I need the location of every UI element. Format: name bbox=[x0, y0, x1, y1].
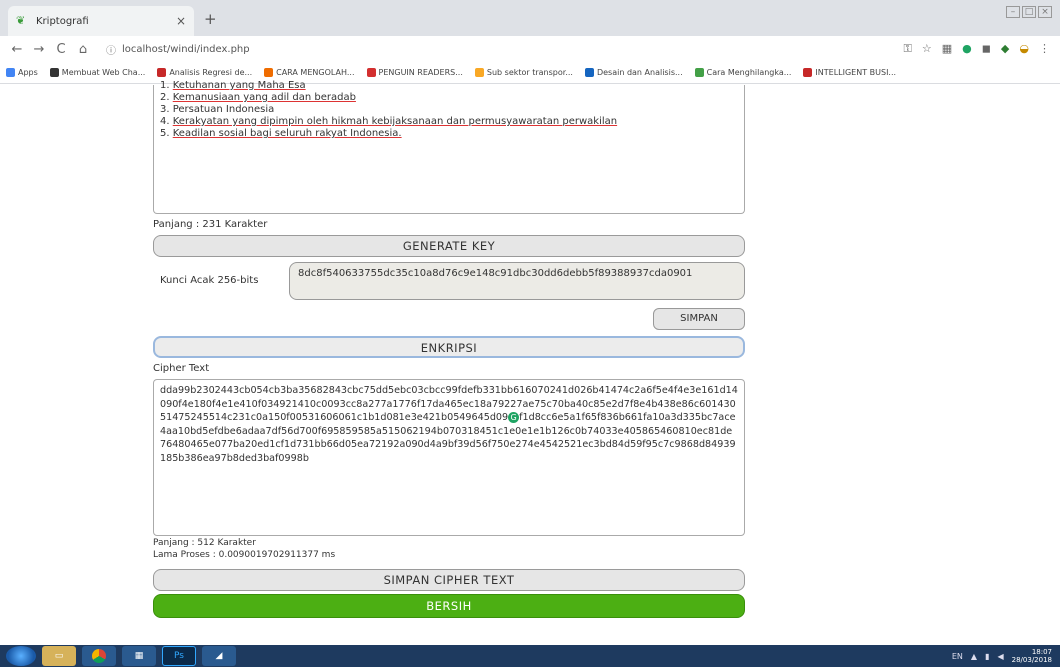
bookmark-item[interactable]: INTELLIGENT BUSI... bbox=[803, 68, 896, 77]
browser-tab-strip: ❦ Kriptografi × + – □ × bbox=[0, 0, 1060, 36]
clock-time: 18:07 bbox=[1031, 648, 1052, 656]
encrypt-button[interactable]: ENKRIPSI bbox=[153, 336, 745, 358]
new-tab-button[interactable]: + bbox=[204, 10, 217, 28]
menu-icon[interactable]: ⋮ bbox=[1039, 42, 1050, 56]
plaintext-length: Panjang : 231 Karakter bbox=[153, 219, 268, 230]
paint-icon[interactable]: ◢ bbox=[202, 646, 236, 666]
bookmark-item[interactable]: Analisis Regresi de... bbox=[157, 68, 252, 77]
plaintext-line-5: Keadilan sosial bagi seluruh rakyat Indo… bbox=[172, 128, 402, 139]
profile-icon[interactable]: ◒ bbox=[1019, 42, 1029, 56]
browser-tab[interactable]: ❦ Kriptografi × bbox=[8, 6, 194, 36]
plaintext-line-1: Ketuhanan yang Maha Esa bbox=[172, 80, 306, 91]
plaintext-textarea[interactable]: 1. Ketuhanan yang Maha Esa 2. Kemanusiaa… bbox=[153, 80, 745, 214]
cipher-textarea[interactable]: dda99b2302443cb054cb3ba35682843cbc75dd5e… bbox=[153, 379, 745, 536]
reload-icon[interactable]: C bbox=[52, 42, 70, 57]
calculator-icon[interactable]: ▦ bbox=[122, 646, 156, 666]
extension-icons: ⚿ ☆ ▦ ● ◼ ◆ ◒ ⋮ bbox=[904, 42, 1050, 56]
bookmark-label: Cara Menghilangka... bbox=[706, 68, 792, 77]
minimize-icon[interactable]: – bbox=[1006, 6, 1020, 18]
grammarly-icon[interactable]: ● bbox=[962, 42, 972, 56]
bookmark-item[interactable]: Sub sektor transpor... bbox=[474, 68, 573, 77]
bookmark-item[interactable]: Apps bbox=[6, 68, 38, 77]
key-field[interactable]: 8dc8f540633755dc35c10a8d76c9e148c91dbc30… bbox=[289, 262, 745, 300]
bookmark-item[interactable]: CARA MENGOLAH... bbox=[264, 68, 355, 77]
plaintext-line-3: Persatuan Indonesia bbox=[172, 104, 275, 115]
bookmark-favicon-icon bbox=[157, 68, 167, 77]
bookmark-label: PENGUIN READERS... bbox=[378, 68, 463, 77]
process-time: Lama Proses : 0.0090019702911377 ms bbox=[153, 550, 336, 560]
key-icon[interactable]: ⚿ bbox=[904, 42, 912, 56]
volume-icon[interactable]: ◀ bbox=[997, 652, 1003, 661]
url-field[interactable]: ⓘ localhost/windi/index.php bbox=[106, 42, 250, 57]
tray-arrow-icon[interactable]: ▲ bbox=[971, 652, 977, 661]
window-controls: – □ × bbox=[1006, 6, 1052, 18]
bookmark-label: Desain dan Analisis... bbox=[596, 68, 683, 77]
language-indicator[interactable]: EN bbox=[952, 652, 963, 661]
bookmark-label: CARA MENGOLAH... bbox=[276, 68, 355, 77]
info-icon: ⓘ bbox=[106, 45, 116, 57]
plaintext-line-2: Kemanusiaan yang adil dan beradab bbox=[172, 92, 356, 103]
leaf-icon: ❦ bbox=[16, 14, 26, 27]
bookmark-item[interactable]: Cara Menghilangka... bbox=[694, 68, 792, 77]
bookmark-item[interactable]: Membuat Web Cha... bbox=[49, 68, 146, 77]
bookmark-favicon-icon bbox=[49, 68, 59, 77]
clear-button[interactable]: BERSIH bbox=[153, 594, 745, 618]
close-window-icon[interactable]: × bbox=[1038, 6, 1052, 18]
grammarly-badge-icon[interactable]: G bbox=[508, 411, 520, 423]
maximize-icon[interactable]: □ bbox=[1022, 6, 1036, 18]
bookmark-favicon-icon bbox=[694, 68, 704, 77]
bookmark-favicon-icon bbox=[803, 68, 813, 77]
system-tray: EN ▲ ▮ ◀ 18:07 28/03/2018 bbox=[952, 648, 1052, 664]
bookmark-label: Membuat Web Cha... bbox=[61, 68, 146, 77]
folder-icon[interactable]: ▭ bbox=[42, 646, 76, 666]
bookmark-favicon-icon bbox=[366, 68, 376, 77]
back-icon[interactable]: ← bbox=[8, 42, 26, 57]
network-icon[interactable]: ▮ bbox=[985, 652, 989, 661]
globe-icon[interactable]: ◆ bbox=[1001, 42, 1009, 56]
address-bar: ← → C ⌂ ⓘ localhost/windi/index.php ⚿ ☆ … bbox=[0, 36, 1060, 62]
cipher-text-label: Cipher Text bbox=[153, 363, 210, 374]
clock[interactable]: 18:07 28/03/2018 bbox=[1012, 648, 1052, 664]
bookmark-label: Apps bbox=[18, 68, 38, 77]
bookmark-label: INTELLIGENT BUSI... bbox=[815, 68, 897, 77]
taskbar: ▭ ▦ Ps ◢ EN ▲ ▮ ◀ 18:07 28/03/2018 bbox=[0, 645, 1060, 667]
tab-title: Kriptografi bbox=[36, 15, 89, 27]
bookmark-item[interactable]: Desain dan Analisis... bbox=[584, 68, 683, 77]
extension-icon[interactable]: ▦ bbox=[942, 42, 952, 56]
bookmark-favicon-icon bbox=[474, 68, 484, 77]
page-content: 1. Ketuhanan yang Maha Esa 2. Kemanusiaa… bbox=[0, 80, 1060, 645]
url-text: localhost/windi/index.php bbox=[122, 43, 250, 55]
save-key-button[interactable]: SIMPAN bbox=[653, 308, 745, 330]
save-cipher-button[interactable]: SIMPAN CIPHER TEXT bbox=[153, 569, 745, 591]
cipher-length: Panjang : 512 Karakter bbox=[153, 538, 256, 548]
forward-icon[interactable]: → bbox=[30, 42, 48, 57]
bookmark-label: Analisis Regresi de... bbox=[169, 68, 253, 77]
star-icon[interactable]: ☆ bbox=[922, 42, 932, 56]
apps-grid-icon bbox=[6, 68, 15, 77]
camera-icon[interactable]: ◼ bbox=[982, 42, 991, 56]
generate-key-button[interactable]: GENERATE KEY bbox=[153, 235, 745, 257]
close-icon[interactable]: × bbox=[176, 14, 186, 28]
random-key-label: Kunci Acak 256-bits bbox=[160, 275, 259, 286]
plaintext-line-4: Kerakyatan yang dipimpin oleh hikmah keb… bbox=[172, 116, 618, 127]
start-button-icon[interactable] bbox=[6, 646, 36, 666]
bookmark-favicon-icon bbox=[264, 68, 274, 77]
bookmark-favicon-icon bbox=[584, 68, 594, 77]
bookmark-item[interactable]: PENGUIN READERS... bbox=[366, 68, 463, 77]
clock-date: 28/03/2018 bbox=[1011, 656, 1052, 664]
home-icon[interactable]: ⌂ bbox=[74, 42, 92, 57]
chrome-icon[interactable] bbox=[82, 646, 116, 666]
bookmark-label: Sub sektor transpor... bbox=[486, 68, 573, 77]
photoshop-icon[interactable]: Ps bbox=[162, 646, 196, 666]
